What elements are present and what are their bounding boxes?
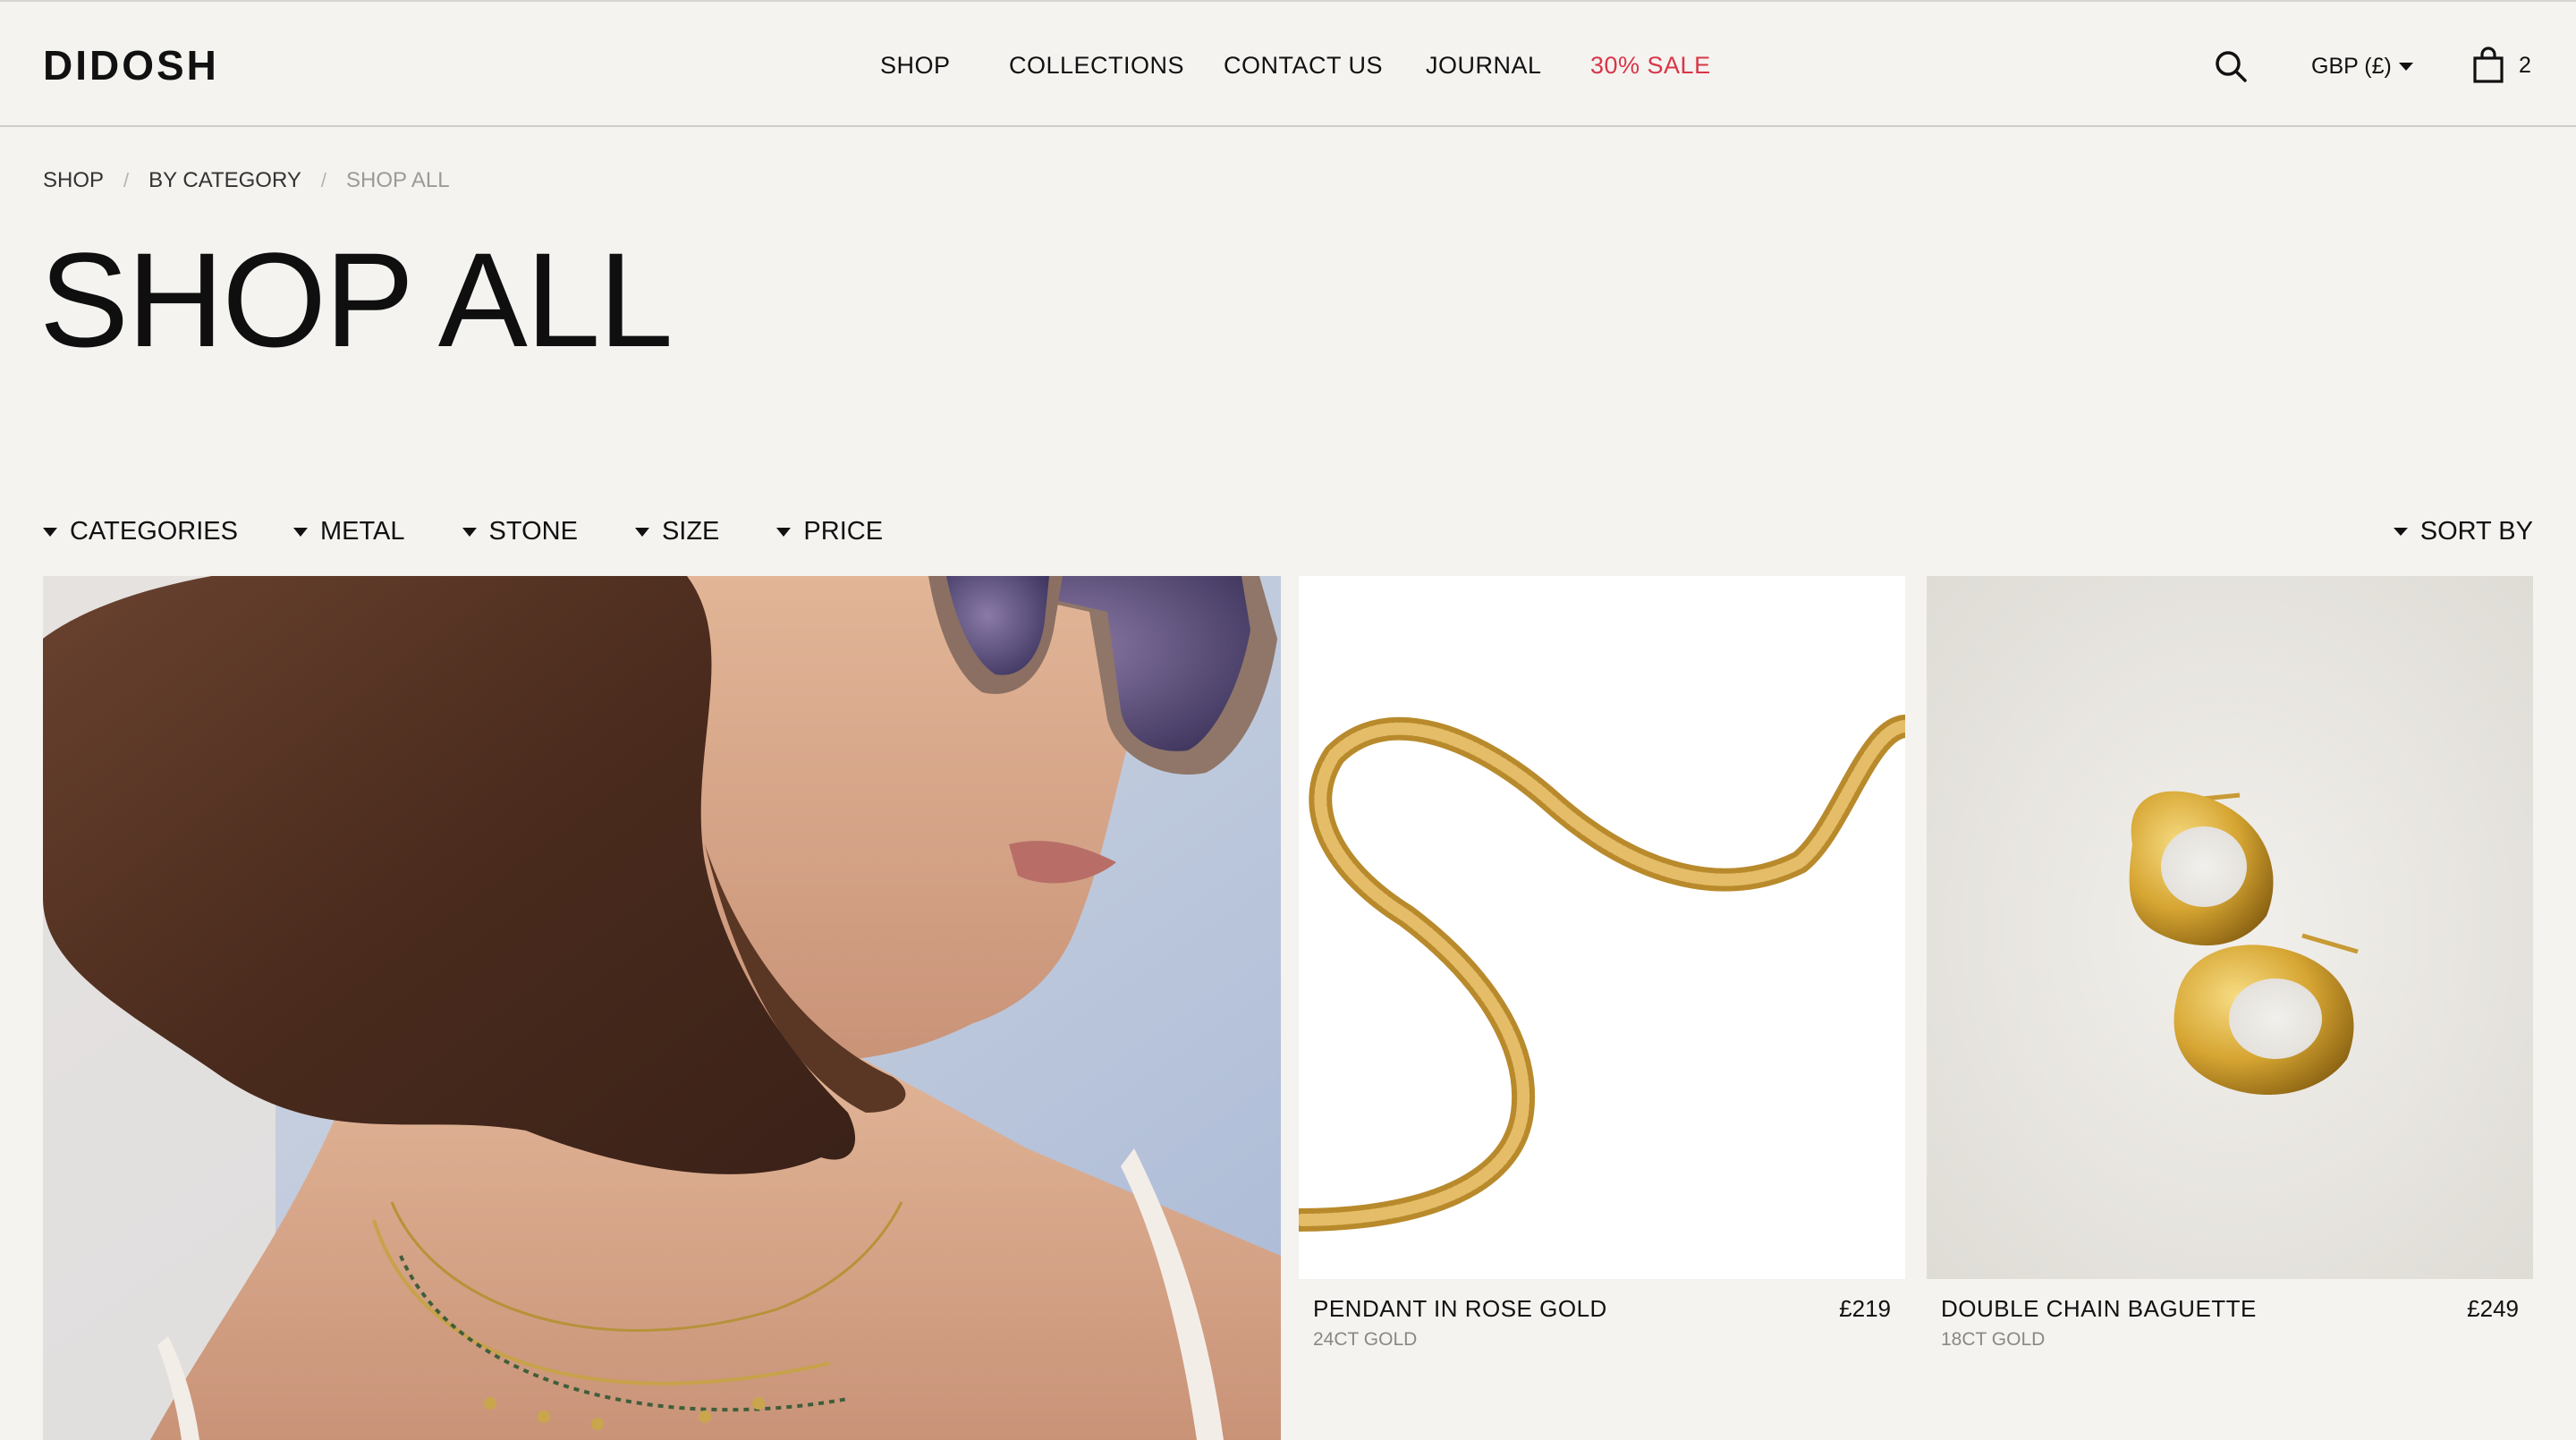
search-icon xyxy=(2216,51,2247,82)
lifestyle-image[interactable] xyxy=(43,576,1281,1440)
filter-label: PRICE xyxy=(803,517,884,546)
breadcrumb: SHOP / BY CATEGORY / SHOP ALL xyxy=(43,168,450,193)
brand-logo[interactable]: DIDOSH xyxy=(43,41,219,89)
product-material: 18CT GOLD xyxy=(1941,1329,2046,1350)
product-price: £249 xyxy=(2467,1295,2519,1322)
filter-bar: CATEGORIES METAL STONE SIZE PRICE xyxy=(43,517,883,546)
nav-sale[interactable]: 30% SALE xyxy=(1590,52,1711,80)
sort-label: SORT BY xyxy=(2419,517,2533,546)
product-name[interactable]: DOUBLE CHAIN BAGUETTE xyxy=(1941,1295,2257,1323)
nav-journal[interactable]: JOURNAL xyxy=(1426,52,1542,80)
search-button[interactable] xyxy=(2213,48,2249,84)
breadcrumb-current: SHOP ALL xyxy=(345,168,450,192)
sort-by-dropdown[interactable]: SORT BY xyxy=(2393,517,2533,546)
filter-price[interactable]: PRICE xyxy=(776,517,883,546)
chevron-down-icon xyxy=(2393,528,2408,536)
filter-label: STONE xyxy=(488,517,578,546)
chevron-down-icon xyxy=(43,527,57,537)
product-info: DOUBLE CHAIN BAGUETTE £249 18CT GOLD xyxy=(1927,1279,2533,1360)
filter-label: CATEGORIES xyxy=(70,517,238,546)
product-info: PENDANT IN ROSE GOLD £219 24CT GOLD xyxy=(1299,1279,1905,1360)
product-card[interactable]: PENDANT IN ROSE GOLD £219 24CT GOLD xyxy=(1299,576,1905,1360)
bag-icon xyxy=(2473,47,2504,83)
site-header: DIDOSH SHOP COLLECTIONS CONTACT US JOURN… xyxy=(0,0,2576,127)
chevron-down-icon xyxy=(634,527,649,537)
filter-categories[interactable]: CATEGORIES xyxy=(43,517,238,546)
model-photo xyxy=(43,576,1281,1440)
product-image[interactable] xyxy=(1299,576,1905,1279)
currency-selector[interactable]: GBP (£) xyxy=(2311,54,2413,80)
breadcrumb-shop[interactable]: SHOP xyxy=(43,168,104,193)
product-material: 24CT GOLD xyxy=(1313,1329,1418,1350)
cart-button[interactable]: 2 xyxy=(2472,47,2531,84)
nav-collections[interactable]: COLLECTIONS xyxy=(1009,52,1184,80)
hoop-earrings-photo xyxy=(1927,576,2533,1279)
chevron-down-icon xyxy=(293,527,308,537)
breadcrumb-separator: / xyxy=(123,169,130,191)
breadcrumb-by-category[interactable]: BY CATEGORY xyxy=(148,168,301,193)
filter-stone[interactable]: STONE xyxy=(462,517,578,546)
snake-chain-photo xyxy=(1299,715,1905,1232)
cart-count: 2 xyxy=(2519,52,2531,78)
product-price: £219 xyxy=(1839,1295,1891,1322)
product-name[interactable]: PENDANT IN ROSE GOLD xyxy=(1313,1295,1607,1323)
chevron-down-icon xyxy=(776,527,792,537)
filter-label: SIZE xyxy=(661,517,720,546)
nav-contact-us[interactable]: CONTACT US xyxy=(1224,52,1383,80)
product-image[interactable] xyxy=(1927,576,2533,1279)
filter-size[interactable]: SIZE xyxy=(634,517,720,546)
currency-label: GBP (£) xyxy=(2311,54,2392,79)
breadcrumb-separator: / xyxy=(320,169,326,191)
filter-metal[interactable]: METAL xyxy=(293,517,405,546)
chevron-down-icon xyxy=(462,527,477,537)
chevron-down-icon xyxy=(2398,63,2413,71)
nav-shop[interactable]: SHOP xyxy=(880,52,951,80)
page-title: SHOP ALL xyxy=(39,224,674,375)
product-card[interactable]: DOUBLE CHAIN BAGUETTE £249 18CT GOLD xyxy=(1927,576,2533,1360)
filter-label: METAL xyxy=(320,517,405,546)
